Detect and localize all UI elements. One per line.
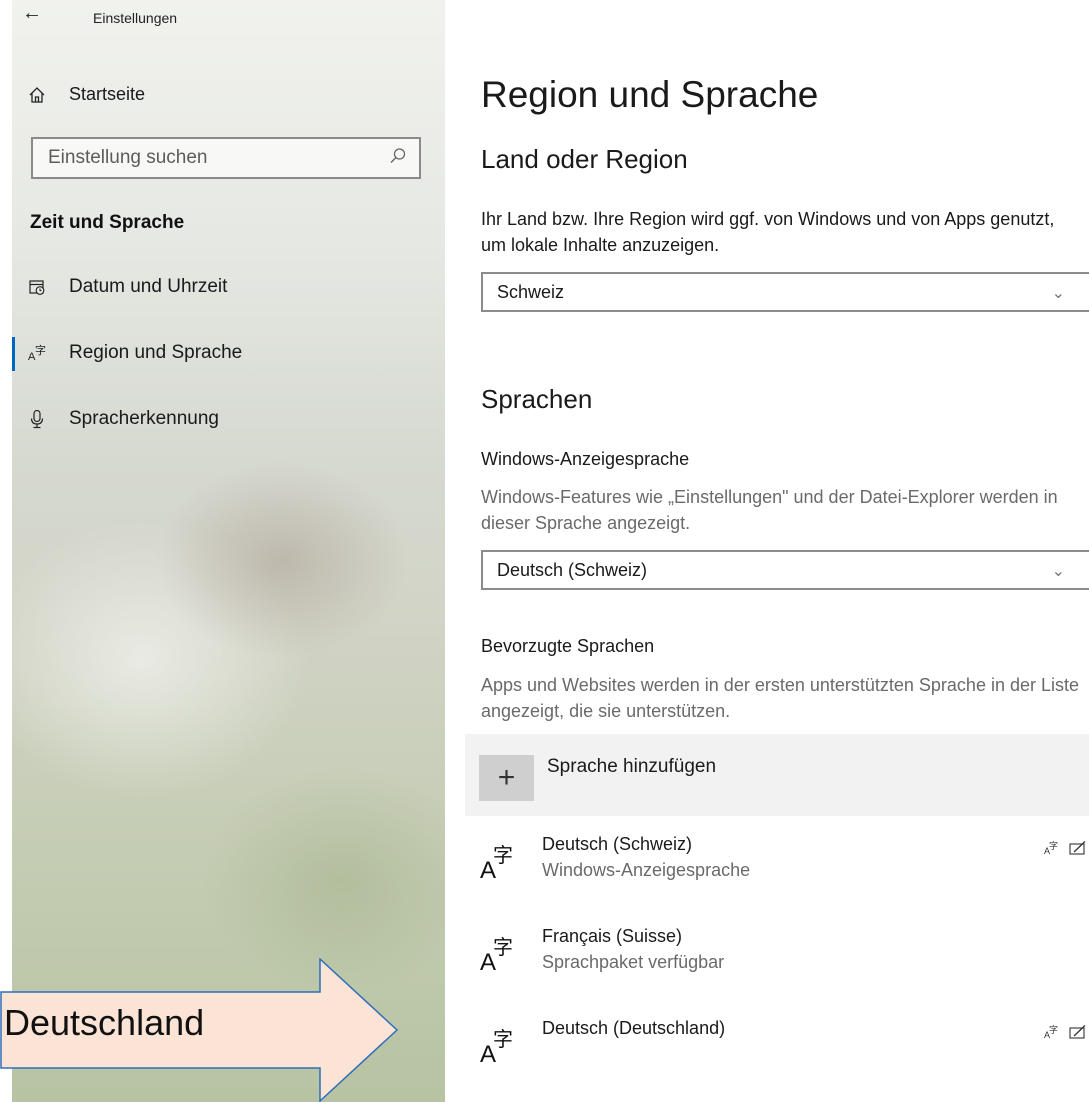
back-arrow-icon[interactable]: ← bbox=[22, 2, 42, 25]
plus-icon: + bbox=[479, 755, 534, 801]
svg-text:字: 字 bbox=[1049, 840, 1058, 852]
microphone-icon bbox=[26, 409, 48, 429]
language-name: Français (Suisse) bbox=[542, 926, 683, 946]
country-dropdown[interactable]: Schweiz ⌄ bbox=[481, 272, 1089, 312]
page-title: Region und Sprache bbox=[481, 74, 819, 115]
language-status: Windows-Anzeigesprache bbox=[542, 860, 751, 880]
language-name: Deutsch (Deutschland) bbox=[542, 1018, 726, 1038]
handwriting-icon bbox=[1069, 1025, 1086, 1039]
svg-text:字: 字 bbox=[493, 1027, 513, 1051]
preferred-languages-label: Bevorzugte Sprachen bbox=[481, 636, 655, 656]
app-title: Einstellungen bbox=[93, 10, 178, 26]
language-icon: A 字 bbox=[480, 935, 513, 974]
sidebar-item-region-language[interactable]: A字 Region und Sprache bbox=[12, 342, 242, 364]
chevron-down-icon: ⌄ bbox=[1051, 563, 1065, 580]
svg-text:字: 字 bbox=[35, 344, 46, 357]
language-item-fr-ch[interactable]: A 字 Français (Suisse) Sprachpaket verfüg… bbox=[465, 924, 1089, 986]
calendar-clock-icon bbox=[26, 278, 48, 296]
section-header: Zeit und Sprache bbox=[30, 212, 185, 233]
display-language-feature-icon: A字 bbox=[1044, 840, 1058, 856]
sidebar-item-label: Spracherkennung bbox=[69, 408, 219, 429]
display-language-feature-icon: A字 bbox=[1044, 1024, 1058, 1040]
display-language-selected: Deutsch (Schweiz) bbox=[497, 559, 648, 580]
language-name: Deutsch (Schweiz) bbox=[542, 834, 693, 854]
search-input[interactable] bbox=[46, 146, 370, 170]
languages-heading: Sprachen bbox=[481, 384, 593, 414]
add-language-button[interactable]: + Sprache hinzufügen bbox=[465, 734, 1089, 816]
country-description: Ihr Land bzw. Ihre Region wird ggf. von … bbox=[481, 209, 1055, 255]
search-icon[interactable] bbox=[389, 147, 407, 170]
country-selected: Schweiz bbox=[497, 281, 565, 302]
annotation-arrow: Deutschland bbox=[0, 958, 400, 1102]
nav-home-label: Startseite bbox=[69, 84, 146, 104]
search-field[interactable] bbox=[31, 137, 421, 179]
chevron-down-icon: ⌄ bbox=[1051, 285, 1065, 302]
language-item-de-de[interactable]: A 字 Deutsch (Deutschland) A字 bbox=[465, 1016, 1089, 1078]
language-item-de-ch[interactable]: A 字 Deutsch (Schweiz) Windows-Anzeigespr… bbox=[465, 832, 1089, 894]
sidebar: ← Einstellungen Startseite Zeit und Spra… bbox=[12, 0, 445, 1102]
sidebar-item-date-time[interactable]: Datum und Uhrzeit bbox=[12, 276, 227, 298]
svg-text:字: 字 bbox=[1049, 1024, 1058, 1036]
country-heading: Land oder Region bbox=[481, 144, 688, 174]
language-icon: A字 bbox=[26, 344, 48, 362]
nav-home[interactable]: Startseite bbox=[12, 84, 145, 105]
sidebar-item-speech[interactable]: Spracherkennung bbox=[12, 408, 219, 430]
arrow-label: Deutschland bbox=[4, 1002, 205, 1043]
svg-text:字: 字 bbox=[493, 843, 513, 867]
language-icon: A 字 bbox=[480, 843, 513, 882]
display-language-dropdown[interactable]: Deutsch (Schweiz) ⌄ bbox=[481, 550, 1089, 590]
main-content: Region und Sprache Land oder Region Ihr … bbox=[465, 0, 1089, 1102]
sidebar-item-label: Region und Sprache bbox=[69, 342, 243, 363]
home-icon bbox=[26, 86, 48, 104]
language-icon: A 字 bbox=[480, 1027, 513, 1066]
language-features: A字 bbox=[1044, 840, 1087, 856]
language-status: Sprachpaket verfügbar bbox=[542, 952, 725, 972]
display-language-description: Windows-Features wie „Einstellungen" und… bbox=[481, 487, 1058, 533]
sidebar-item-label: Datum und Uhrzeit bbox=[69, 276, 228, 297]
language-features: A字 bbox=[1044, 1024, 1087, 1040]
preferred-languages-description: Apps und Websites werden in der ersten u… bbox=[481, 675, 1080, 721]
display-language-label: Windows-Anzeigesprache bbox=[481, 449, 690, 469]
add-language-label: Sprache hinzufügen bbox=[547, 756, 717, 777]
svg-text:字: 字 bbox=[493, 935, 513, 959]
handwriting-icon bbox=[1069, 841, 1086, 855]
